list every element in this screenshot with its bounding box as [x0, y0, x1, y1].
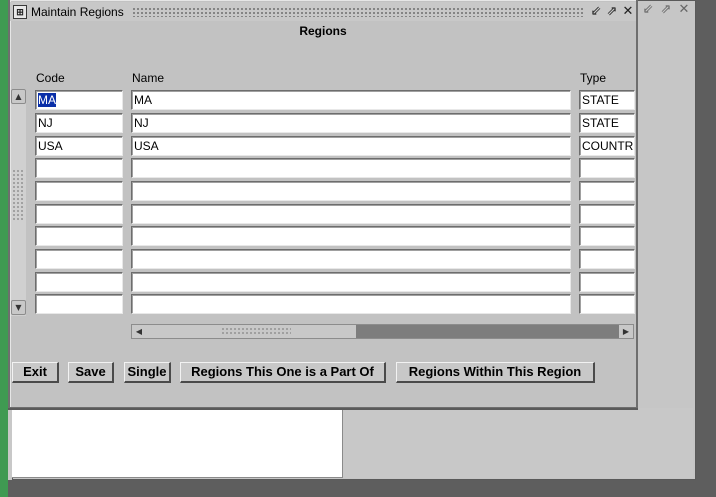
code-field[interactable]: USA — [35, 136, 123, 156]
code-field[interactable] — [35, 181, 123, 201]
selected-text: MA — [38, 93, 56, 107]
name-field[interactable] — [131, 226, 571, 246]
scroll-left-icon[interactable]: ◀ — [132, 325, 146, 338]
code-field[interactable] — [35, 249, 123, 269]
name-field[interactable]: USA — [131, 136, 571, 156]
code-field[interactable]: MA — [35, 90, 123, 110]
background-window-panel — [343, 408, 693, 478]
code-field[interactable] — [35, 294, 123, 314]
scroll-grip — [221, 327, 291, 336]
scroll-right-icon[interactable]: ▶ — [619, 325, 633, 338]
scroll-up-icon[interactable]: ▲ — [11, 89, 26, 104]
name-field[interactable] — [131, 204, 571, 224]
window-title: Maintain Regions — [31, 4, 124, 19]
minimize-icon[interactable]: ⇙ — [640, 2, 656, 18]
minimize-icon[interactable]: ⇙ — [588, 4, 604, 20]
horizontal-scroll-thumb[interactable] — [146, 325, 356, 338]
type-field[interactable] — [579, 294, 635, 314]
name-field[interactable] — [131, 181, 571, 201]
oracle-forms-icon: ⊞ — [13, 4, 27, 19]
scroll-down-icon[interactable]: ▼ — [11, 300, 26, 315]
name-field[interactable]: MA — [131, 90, 571, 110]
type-field[interactable] — [579, 249, 635, 269]
close-icon[interactable]: ✕ — [620, 4, 636, 20]
vertical-scrollbar[interactable]: ▲ ▼ — [11, 89, 26, 316]
type-field[interactable] — [579, 181, 635, 201]
type-field[interactable] — [579, 226, 635, 246]
window-titlebar[interactable]: ⊞ Maintain Regions ⇙ ⇗ ✕ — [10, 2, 636, 21]
desktop-left-strip — [0, 0, 8, 497]
type-field[interactable]: COUNTR — [579, 136, 635, 156]
name-field[interactable] — [131, 158, 571, 178]
maximize-icon[interactable]: ⇗ — [604, 4, 620, 20]
type-field[interactable] — [579, 204, 635, 224]
desktop-right-edge — [696, 0, 716, 497]
name-field[interactable] — [131, 272, 571, 292]
name-field[interactable] — [131, 249, 571, 269]
column-header-type: Type — [580, 71, 607, 85]
type-field[interactable] — [579, 272, 635, 292]
background-window-content — [12, 408, 343, 478]
window-bottom-border — [8, 408, 638, 410]
save-button[interactable]: Save — [68, 362, 114, 383]
column-header-name: Name — [132, 71, 165, 85]
vertical-scroll-thumb[interactable] — [12, 169, 25, 221]
code-field[interactable] — [35, 204, 123, 224]
regions-part-of-button[interactable]: Regions This One is a Part Of — [180, 362, 386, 383]
code-field[interactable]: NJ — [35, 113, 123, 133]
form-title: Regions — [299, 24, 347, 38]
code-field[interactable] — [35, 226, 123, 246]
titlebar-grip — [131, 6, 584, 17]
background-window-controls: ⇙ ⇗ ✕ — [640, 2, 695, 20]
name-field[interactable] — [131, 294, 571, 314]
single-button[interactable]: Single — [124, 362, 171, 383]
type-field[interactable] — [579, 158, 635, 178]
name-field[interactable]: NJ — [131, 113, 571, 133]
exit-button[interactable]: Exit — [12, 362, 59, 383]
code-field[interactable] — [35, 158, 123, 178]
regions-within-button[interactable]: Regions Within This Region — [396, 362, 595, 383]
horizontal-scrollbar[interactable]: ◀ ▶ — [131, 324, 634, 339]
type-field[interactable]: STATE — [579, 90, 635, 110]
code-field[interactable] — [35, 272, 123, 292]
type-field[interactable]: STATE — [579, 113, 635, 133]
column-header-code: Code — [36, 71, 65, 85]
maximize-icon[interactable]: ⇗ — [658, 2, 674, 18]
close-icon[interactable]: ✕ — [676, 2, 692, 18]
